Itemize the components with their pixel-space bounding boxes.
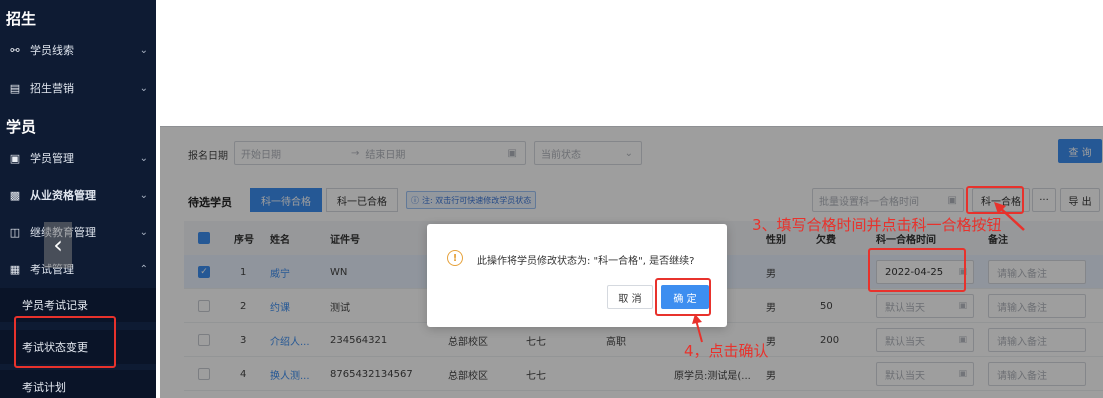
annotation-step3: 3、填写合格时间并点击科一合格按钮 xyxy=(752,216,1002,234)
section-enroll: 招生 xyxy=(6,10,37,28)
annotation-highlight-box xyxy=(14,316,116,368)
warning-icon: ! xyxy=(447,250,463,266)
sidebar-subitem-label: 考试计划 xyxy=(22,381,66,394)
sidebar-item-label: 学员管理 xyxy=(30,152,74,165)
dialog-cancel-button[interactable]: 取 消 xyxy=(607,285,653,309)
card-icon: ▣ xyxy=(9,151,21,165)
carousel-prev-arrow-icon[interactable]: ‹ xyxy=(44,222,72,268)
sidebar-item-label: 学员线索 xyxy=(30,44,74,57)
link-icon: ⚯ xyxy=(10,43,20,57)
annotation-arrow-icon xyxy=(994,202,1025,231)
exam-icon: ▦ xyxy=(9,262,21,276)
chevron-down-icon: ⌄ xyxy=(139,44,148,56)
sidebar-item-label: 招生营销 xyxy=(30,82,74,95)
chevron-down-icon: ⌄ xyxy=(139,226,148,238)
badge-icon: ▩ xyxy=(9,188,21,202)
sidebar-subitem-exam-plan[interactable]: 考试计划 xyxy=(0,370,156,398)
book-icon: ◫ xyxy=(9,225,21,239)
sidebar-item-marketing[interactable]: ▤ 招生营销 ⌄ xyxy=(0,70,156,106)
chevron-down-icon: ⌄ xyxy=(139,189,148,201)
annotation-arrow-icon xyxy=(692,314,703,343)
sidebar-item-leads[interactable]: ⚯ 学员线索 ⌄ xyxy=(0,32,156,68)
annotation-confirm-box xyxy=(655,278,711,316)
shop-icon: ▤ xyxy=(9,81,21,95)
sidebar-subitem-label: 学员考试记录 xyxy=(22,299,88,312)
sidebar-item-student-mgmt[interactable]: ▣ 学员管理 ⌄ xyxy=(0,140,156,176)
sidebar-item-qualification[interactable]: ▩ 从业资格管理 ⌄ xyxy=(0,177,156,213)
sidebar-item-exam-mgmt[interactable]: ▦ 考试管理 ⌃ xyxy=(0,251,156,287)
sidebar-item-continuing-edu[interactable]: ◫ 继续教育管理 ⌄ xyxy=(0,214,156,250)
chevron-down-icon: ⌄ xyxy=(139,152,148,164)
section-student: 学员 xyxy=(6,118,37,136)
chevron-up-icon: ⌃ xyxy=(139,263,148,275)
dialog-message: 此操作将学员修改状态为: "科一合格", 是否继续? xyxy=(477,256,695,267)
annotation-date-box xyxy=(868,248,966,292)
sidebar-item-label: 从业资格管理 xyxy=(30,189,96,202)
chevron-down-icon: ⌄ xyxy=(139,82,148,94)
